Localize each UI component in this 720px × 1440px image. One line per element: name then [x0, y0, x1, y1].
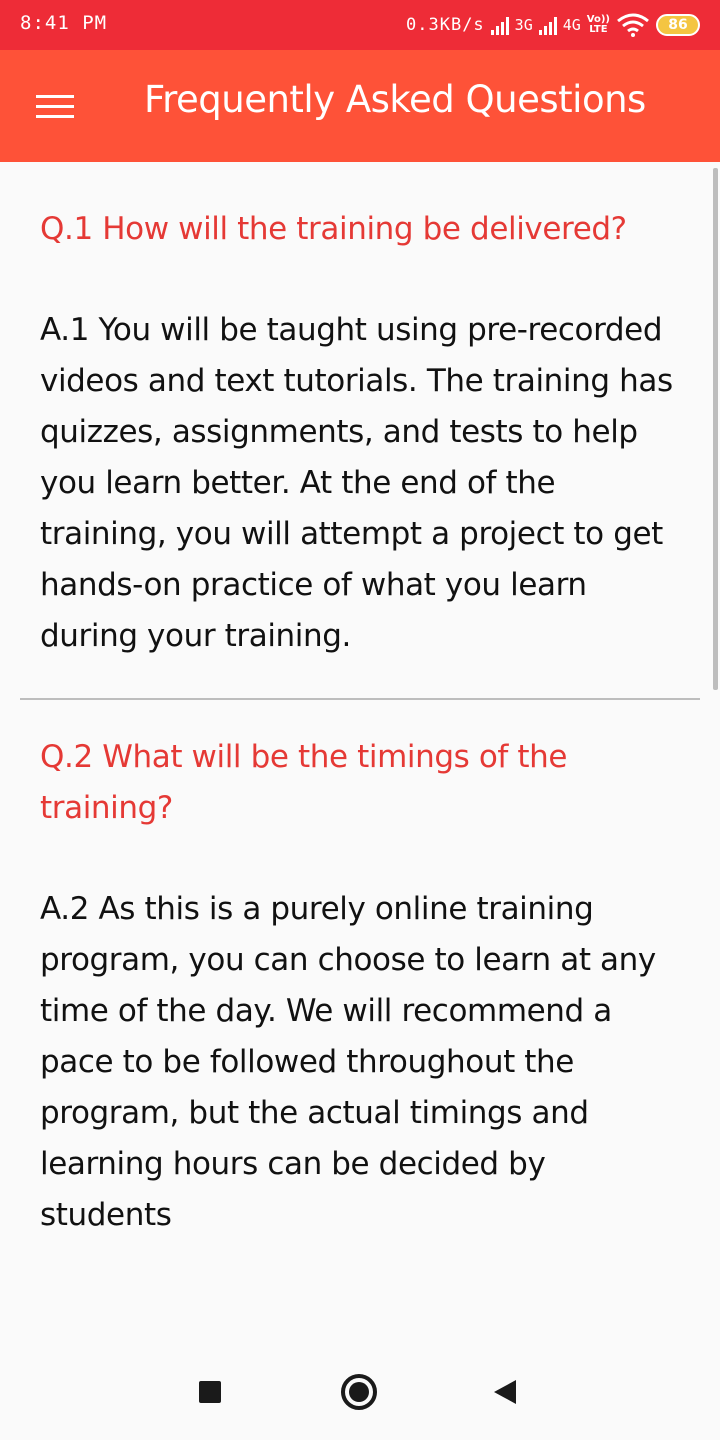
faq-item: Q.1 How will the training be delivered? …	[0, 204, 720, 662]
faq-answer: A.2 As this is a purely online training …	[40, 891, 656, 1233]
battery-indicator: 86	[656, 14, 700, 36]
system-nav-bar	[0, 1342, 720, 1440]
home-icon[interactable]	[341, 1374, 377, 1410]
divider	[20, 698, 700, 700]
status-icons: 0.3KB/s 3G 4G Vo)) LTE 86	[406, 9, 700, 41]
network-type-label: 4G	[562, 16, 581, 34]
page-title: Frequently Asked Questions	[144, 78, 646, 121]
hamburger-menu-icon[interactable]	[28, 86, 84, 126]
signal-strength-icon	[490, 15, 509, 35]
wifi-icon	[617, 13, 649, 37]
signal-strength-icon	[538, 15, 557, 35]
faq-answer: A.1 You will be taught using pre-recorde…	[40, 312, 673, 654]
volte-icon: Vo)) LTE	[586, 14, 610, 35]
status-time: 8:41 PM	[20, 12, 108, 34]
network-type-label: 3G	[514, 16, 533, 34]
faq-list[interactable]: Q.1 How will the training be delivered? …	[0, 162, 720, 1342]
scrollbar[interactable]	[713, 168, 718, 690]
status-bar: 8:41 PM 0.3KB/s 3G 4G Vo)) LTE 86	[0, 0, 720, 50]
network-speed: 0.3KB/s	[406, 15, 485, 35]
faq-question: Q.1 How will the training be delivered?	[40, 211, 627, 247]
faq-item: Q.2 What will be the timings of the trai…	[0, 732, 720, 1241]
app-bar: Frequently Asked Questions	[0, 50, 720, 162]
recent-apps-icon[interactable]	[199, 1381, 221, 1403]
faq-question: Q.2 What will be the timings of the trai…	[40, 739, 568, 826]
back-icon[interactable]	[494, 1380, 516, 1404]
